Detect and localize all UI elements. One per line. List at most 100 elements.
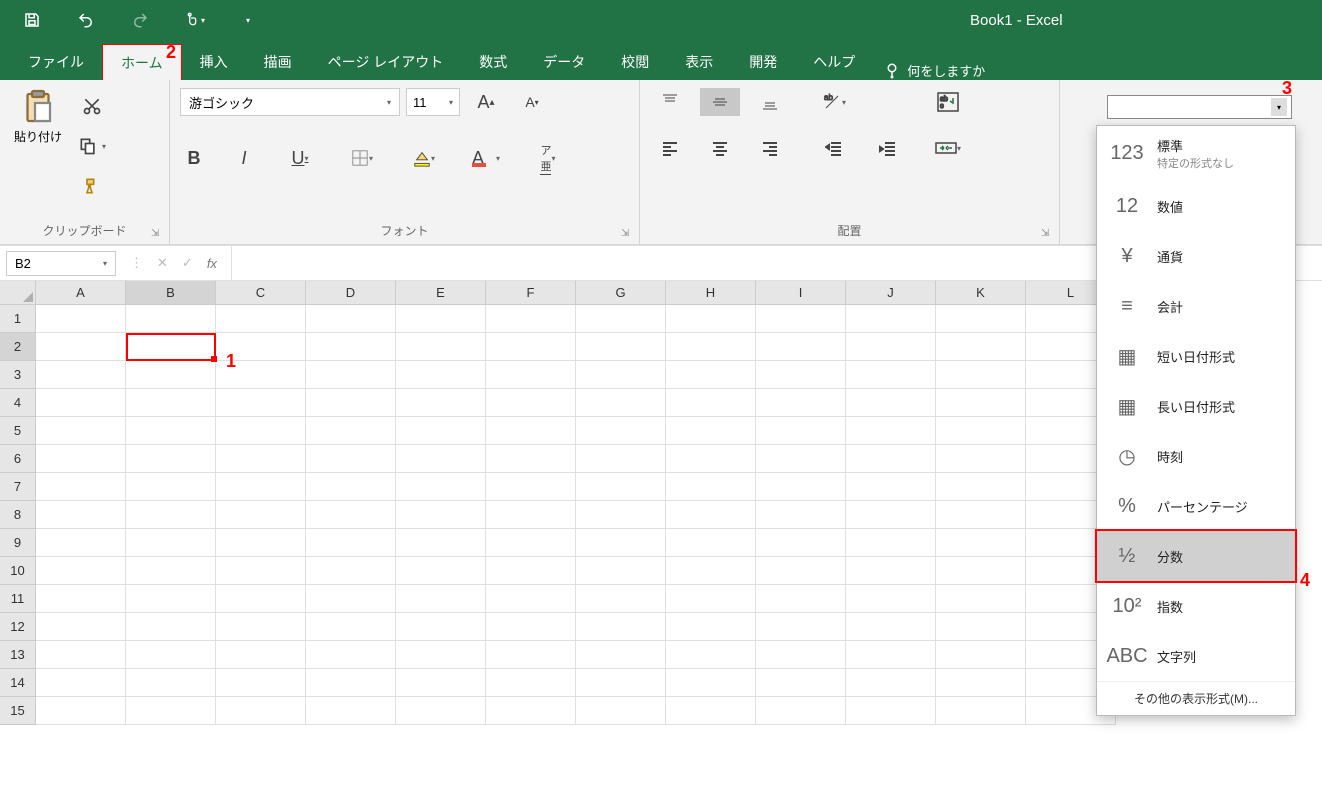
- cell[interactable]: [576, 669, 666, 697]
- decrease-indent-icon[interactable]: [814, 134, 854, 162]
- cell[interactable]: [216, 585, 306, 613]
- cell[interactable]: [936, 361, 1026, 389]
- cell[interactable]: [756, 613, 846, 641]
- cell[interactable]: [216, 445, 306, 473]
- cell[interactable]: [576, 389, 666, 417]
- row-header[interactable]: 1: [0, 305, 36, 333]
- cell[interactable]: [486, 361, 576, 389]
- cell[interactable]: [486, 445, 576, 473]
- cell[interactable]: [936, 641, 1026, 669]
- cell[interactable]: [846, 529, 936, 557]
- cell[interactable]: [216, 305, 306, 333]
- cell[interactable]: [216, 473, 306, 501]
- cell[interactable]: [126, 613, 216, 641]
- cell[interactable]: [666, 473, 756, 501]
- cell[interactable]: [576, 417, 666, 445]
- number-format-general[interactable]: 123標準特定の形式なし: [1097, 126, 1295, 181]
- cell[interactable]: [846, 473, 936, 501]
- cell[interactable]: [666, 361, 756, 389]
- cell[interactable]: [396, 641, 486, 669]
- wrap-text-icon[interactable]: abc: [928, 88, 968, 116]
- cell[interactable]: [936, 333, 1026, 361]
- cell[interactable]: [756, 473, 846, 501]
- cell[interactable]: [126, 697, 216, 725]
- cell[interactable]: [666, 417, 756, 445]
- cell[interactable]: [486, 613, 576, 641]
- cell[interactable]: [396, 305, 486, 333]
- cell[interactable]: [126, 305, 216, 333]
- tab-draw[interactable]: 描画: [246, 44, 310, 80]
- cell[interactable]: [666, 557, 756, 585]
- enter-formula-icon[interactable]: ✓: [182, 255, 193, 271]
- row-header[interactable]: 11: [0, 585, 36, 613]
- cell[interactable]: [306, 473, 396, 501]
- cell[interactable]: [666, 529, 756, 557]
- tab-insert[interactable]: 挿入: [182, 44, 246, 80]
- cell[interactable]: [306, 613, 396, 641]
- cell[interactable]: [126, 389, 216, 417]
- number-format-currency[interactable]: ¥通貨: [1097, 231, 1295, 281]
- cell[interactable]: [756, 389, 846, 417]
- cell[interactable]: [666, 669, 756, 697]
- cell[interactable]: [396, 529, 486, 557]
- cell[interactable]: [306, 697, 396, 725]
- cell[interactable]: [576, 333, 666, 361]
- number-format-long_date[interactable]: ▦長い日付形式: [1097, 381, 1295, 431]
- column-header[interactable]: I: [756, 281, 846, 305]
- cell[interactable]: [36, 417, 126, 445]
- format-painter-icon[interactable]: [74, 174, 110, 198]
- cell[interactable]: [846, 389, 936, 417]
- cell[interactable]: [756, 557, 846, 585]
- cell[interactable]: [576, 501, 666, 529]
- column-header[interactable]: K: [936, 281, 1026, 305]
- cell[interactable]: [306, 389, 396, 417]
- align-right-icon[interactable]: [750, 134, 790, 162]
- cell[interactable]: [846, 361, 936, 389]
- cell[interactable]: [126, 361, 216, 389]
- cell[interactable]: [756, 333, 846, 361]
- align-middle-icon[interactable]: [700, 88, 740, 116]
- cell[interactable]: [126, 333, 216, 361]
- cell[interactable]: [486, 501, 576, 529]
- cell[interactable]: [756, 305, 846, 333]
- cell[interactable]: [216, 669, 306, 697]
- cell[interactable]: [576, 473, 666, 501]
- column-header[interactable]: G: [576, 281, 666, 305]
- tab-review[interactable]: 校閲: [603, 44, 667, 80]
- row-header[interactable]: 8: [0, 501, 36, 529]
- cell[interactable]: [216, 613, 306, 641]
- row-header[interactable]: 12: [0, 613, 36, 641]
- cell[interactable]: [486, 305, 576, 333]
- cell[interactable]: [36, 389, 126, 417]
- cell[interactable]: [576, 585, 666, 613]
- cell[interactable]: [486, 473, 576, 501]
- number-format-time[interactable]: ◷時刻: [1097, 431, 1295, 481]
- cell[interactable]: [846, 641, 936, 669]
- qat-customize-icon[interactable]: ▾: [236, 8, 260, 32]
- cell[interactable]: [936, 445, 1026, 473]
- cell[interactable]: [756, 501, 846, 529]
- cell[interactable]: [846, 445, 936, 473]
- align-top-icon[interactable]: [650, 88, 690, 116]
- phonetic-button[interactable]: ア亜 ▾: [528, 144, 568, 172]
- cell[interactable]: [666, 501, 756, 529]
- cell[interactable]: [666, 333, 756, 361]
- cell[interactable]: [486, 697, 576, 725]
- name-box[interactable]: B2 ▾: [6, 251, 116, 276]
- cell[interactable]: [396, 445, 486, 473]
- cell[interactable]: [306, 585, 396, 613]
- cell[interactable]: [36, 529, 126, 557]
- tab-file[interactable]: ファイル: [10, 44, 102, 80]
- number-format-fraction[interactable]: ½分数: [1097, 531, 1295, 581]
- decrease-font-icon[interactable]: A▾: [512, 88, 552, 116]
- cell[interactable]: [756, 529, 846, 557]
- border-button[interactable]: ▾: [342, 144, 382, 172]
- number-format-text[interactable]: ABC文字列: [1097, 631, 1295, 681]
- cell[interactable]: [396, 333, 486, 361]
- cell[interactable]: [306, 417, 396, 445]
- increase-indent-icon[interactable]: [868, 134, 908, 162]
- cell[interactable]: [396, 361, 486, 389]
- cell[interactable]: [126, 445, 216, 473]
- cell[interactable]: [36, 445, 126, 473]
- cell[interactable]: [216, 697, 306, 725]
